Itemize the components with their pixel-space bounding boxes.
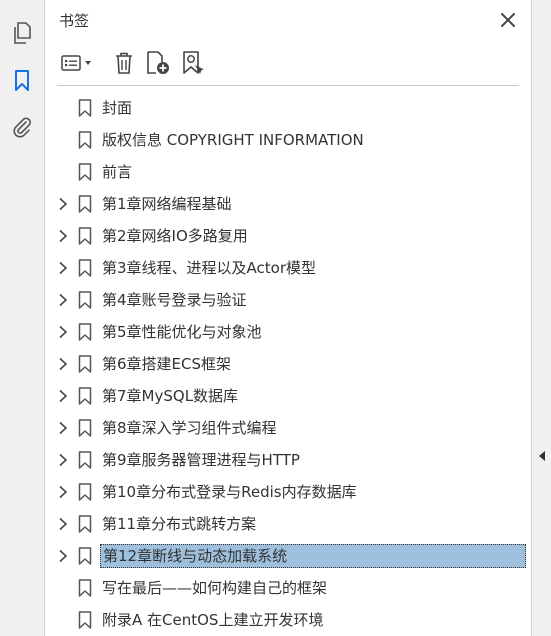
bookmark-item[interactable]: 第12章断线与动态加载系统 xyxy=(45,540,531,572)
chevron-right-icon[interactable] xyxy=(56,452,70,468)
chevron-right-icon[interactable] xyxy=(56,292,70,308)
bookmark-item[interactable]: 第9章服务器管理进程与HTTP xyxy=(45,444,531,476)
bookmark-item[interactable]: 写在最后——如何构建自己的框架 xyxy=(45,572,531,604)
bookmark-label: 封面 xyxy=(102,99,133,117)
chevron-right-icon[interactable] xyxy=(56,484,70,500)
chevron-right-icon[interactable] xyxy=(56,196,70,212)
bookmark-icon xyxy=(15,70,29,91)
bookmark-item[interactable]: 第1章网络编程基础 xyxy=(45,188,531,220)
bookmark-icon xyxy=(78,291,92,309)
bookmark-item[interactable]: 封面 xyxy=(45,92,531,124)
chevron-right-icon[interactable] xyxy=(56,516,70,532)
bookmark-item[interactable]: 第8章深入学习组件式编程 xyxy=(45,412,531,444)
bookmark-item[interactable]: 版权信息 COPYRIGHT INFORMATION xyxy=(45,124,531,156)
chevron-right-icon[interactable] xyxy=(56,228,70,244)
bookmark-label: 第12章断线与动态加载系统 xyxy=(100,544,526,568)
toolbar-divider xyxy=(57,85,519,86)
attachment-icon xyxy=(13,117,31,138)
bookmarks-panel: 书签 封面 版权信息 COPYRIGHT INFORMATION 前言 第1章网… xyxy=(45,0,531,636)
attachments-button[interactable] xyxy=(8,113,36,141)
bookmark-icon xyxy=(78,611,92,629)
bookmark-label: 第7章MySQL数据库 xyxy=(102,387,239,405)
right-edge-strip xyxy=(531,0,551,636)
bookmark-icon xyxy=(78,355,92,373)
bookmark-icon xyxy=(78,579,92,597)
options-menu-button[interactable] xyxy=(59,48,99,78)
bookmark-label: 写在最后——如何构建自己的框架 xyxy=(102,579,328,597)
bookmark-label: 第6章搭建ECS框架 xyxy=(102,355,232,373)
navigation-rail xyxy=(0,0,45,636)
chevron-right-icon[interactable] xyxy=(56,548,70,564)
bookmark-label: 第1章网络编程基础 xyxy=(102,195,232,213)
bookmark-icon xyxy=(78,259,92,277)
bookmark-icon xyxy=(78,451,92,469)
bookmark-icon xyxy=(78,131,92,149)
bookmark-item[interactable]: 第11章分布式跳转方案 xyxy=(45,508,531,540)
bookmark-icon xyxy=(78,387,92,405)
new-bookmark-icon xyxy=(147,51,169,74)
find-bookmark-icon xyxy=(183,51,204,74)
bookmark-icon xyxy=(78,99,92,117)
bookmark-icon xyxy=(78,195,92,213)
bookmarks-toolbar xyxy=(57,48,519,80)
bookmark-item[interactable]: 第7章MySQL数据库 xyxy=(45,380,531,412)
bookmark-item[interactable]: 附录A 在CentOS上建立开发环境 xyxy=(45,604,531,636)
bookmark-label: 附录A 在CentOS上建立开发环境 xyxy=(102,611,324,629)
panel-title: 书签 xyxy=(59,12,90,30)
bookmark-item[interactable]: 第3章线程、进程以及Actor模型 xyxy=(45,252,531,284)
new-bookmark-button[interactable] xyxy=(144,48,172,78)
chevron-right-icon[interactable] xyxy=(56,260,70,276)
delete-bookmark-button[interactable] xyxy=(111,48,137,78)
chevron-right-icon[interactable] xyxy=(56,420,70,436)
bookmark-icon xyxy=(78,515,92,533)
triangle-left-icon xyxy=(539,451,545,461)
bookmark-item[interactable]: 第10章分布式登录与Redis内存数据库 xyxy=(45,476,531,508)
bookmark-icon xyxy=(78,323,92,341)
bookmark-item[interactable]: 第5章性能优化与对象池 xyxy=(45,316,531,348)
find-current-bookmark-button[interactable] xyxy=(180,48,206,78)
bookmark-label: 版权信息 COPYRIGHT INFORMATION xyxy=(102,131,364,149)
collapse-panel-button[interactable] xyxy=(537,448,547,464)
bookmark-icon xyxy=(78,163,92,181)
bookmark-label: 第2章网络IO多路复用 xyxy=(102,227,248,245)
bookmark-item[interactable]: 第4章账号登录与验证 xyxy=(45,284,531,316)
close-panel-button[interactable] xyxy=(499,11,517,29)
chevron-right-icon[interactable] xyxy=(56,388,70,404)
page-thumbnails-button[interactable] xyxy=(8,19,36,47)
pages-icon xyxy=(14,22,31,44)
bookmark-label: 第11章分布式跳转方案 xyxy=(102,515,257,533)
bookmark-icon xyxy=(78,419,92,437)
bookmark-label: 第3章线程、进程以及Actor模型 xyxy=(102,259,317,277)
bookmark-label: 前言 xyxy=(102,163,133,181)
bookmark-icon xyxy=(78,547,92,565)
bookmark-label: 第4章账号登录与验证 xyxy=(102,291,247,309)
options-menu-icon xyxy=(61,55,91,71)
panel-header: 书签 xyxy=(45,0,531,40)
bookmark-item[interactable]: 前言 xyxy=(45,156,531,188)
bookmark-icon xyxy=(78,227,92,245)
bookmark-label: 第5章性能优化与对象池 xyxy=(102,323,262,341)
bookmarks-panel-button[interactable] xyxy=(8,67,36,95)
chevron-right-icon[interactable] xyxy=(56,356,70,372)
bookmark-icon xyxy=(78,483,92,501)
close-icon xyxy=(501,13,515,27)
bookmark-item[interactable]: 第2章网络IO多路复用 xyxy=(45,220,531,252)
delete-icon xyxy=(116,52,132,74)
bookmark-label: 第10章分布式登录与Redis内存数据库 xyxy=(102,483,357,501)
chevron-right-icon[interactable] xyxy=(56,324,70,340)
bookmark-item[interactable]: 第6章搭建ECS框架 xyxy=(45,348,531,380)
bookmark-label: 第9章服务器管理进程与HTTP xyxy=(102,451,300,469)
bookmark-label: 第8章深入学习组件式编程 xyxy=(102,419,277,437)
